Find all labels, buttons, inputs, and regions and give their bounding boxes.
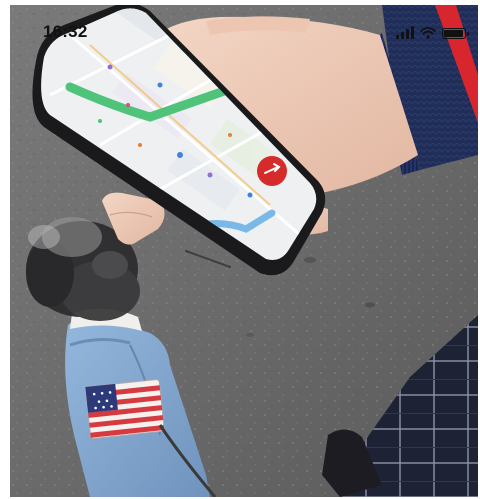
status-icons bbox=[396, 23, 469, 39]
destination-badge[interactable] bbox=[257, 156, 287, 186]
wifi-icon bbox=[420, 27, 436, 39]
battery-level bbox=[444, 30, 463, 37]
battery-icon bbox=[442, 28, 469, 39]
status-time: 16:32 bbox=[43, 22, 88, 41]
street-photo bbox=[10, 5, 478, 497]
cellular-signal-icon bbox=[396, 25, 414, 39]
status-bar: 16:32 bbox=[10, 5, 478, 45]
photo-frame: 16:32 bbox=[10, 5, 478, 497]
